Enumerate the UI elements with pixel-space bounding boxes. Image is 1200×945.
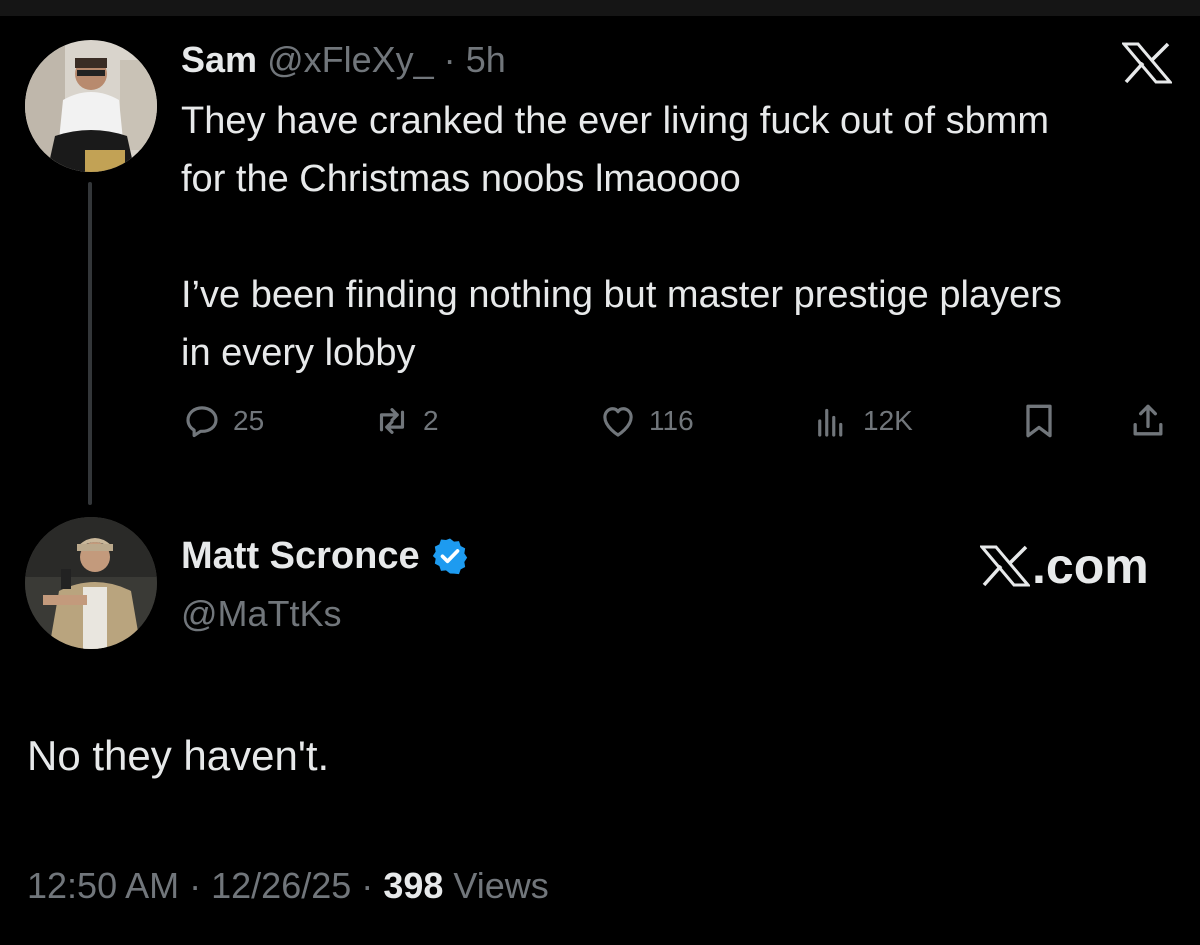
views-count: 12K — [863, 405, 913, 436]
reply-button[interactable]: 25 — [181, 396, 264, 446]
reply-tweet-meta: 12:50 AM · 12/26/25 · 398 Views — [27, 860, 549, 912]
reply-icon — [186, 406, 218, 438]
like-icon — [603, 407, 633, 437]
like-button[interactable]: 116 — [597, 396, 694, 446]
header-separator: · — [443, 39, 456, 80]
reply-count: 25 — [233, 405, 265, 436]
sam-avatar[interactable] — [25, 40, 157, 172]
author-name[interactable]: Sam — [181, 39, 257, 80]
tweet-paragraph: They have cranked the ever living fuck o… — [181, 100, 1050, 200]
reply-tweet-text: No they haven't. — [27, 732, 330, 779]
repost-count: 2 — [423, 405, 439, 436]
top-bar — [0, 0, 1200, 16]
x-logo-icon — [1120, 42, 1174, 84]
reply-date[interactable]: 12/26/25 — [211, 865, 351, 906]
parent-tweet-header: Sam @xFleXy_ · 5h — [181, 36, 506, 84]
parent-tweet-text: They have cranked the ever living fuck o… — [181, 92, 1101, 382]
reply-views-count: 398 — [383, 865, 444, 906]
tweet-paragraph: I’ve been finding nothing but master pre… — [181, 274, 1062, 374]
verified-badge-icon — [432, 538, 467, 575]
meta-separator: · — [189, 865, 202, 906]
reply-author-handle[interactable]: @MaTtKs — [181, 590, 342, 638]
repost-icon — [379, 408, 405, 434]
share-button[interactable] — [1126, 396, 1170, 446]
brand-label: .com — [1032, 538, 1149, 594]
share-icon — [1133, 404, 1163, 436]
thread-connector-line — [88, 182, 92, 505]
matt-avatar[interactable] — [25, 517, 157, 649]
x-com-brand: .com — [980, 536, 1149, 596]
views-button[interactable]: 12K — [811, 396, 913, 446]
reply-views-label: Views — [453, 865, 549, 906]
bookmark-icon — [1026, 404, 1052, 438]
reply-time[interactable]: 12:50 AM — [27, 865, 179, 906]
reply-author-name[interactable]: Matt Scronce — [181, 530, 420, 582]
reply-author-name-row: Matt Scronce — [181, 530, 470, 582]
tweet-time[interactable]: 5h — [466, 39, 506, 80]
like-count: 116 — [649, 405, 694, 436]
x-logo-icon — [980, 545, 1030, 587]
views-icon — [818, 408, 843, 437]
author-handle[interactable]: @xFleXy_ — [267, 39, 434, 80]
repost-button[interactable]: 2 — [371, 396, 439, 446]
tweet-action-bar: 25 2 116 12K — [181, 396, 1171, 446]
meta-separator: · — [361, 865, 374, 906]
bookmark-button[interactable] — [1017, 396, 1061, 446]
